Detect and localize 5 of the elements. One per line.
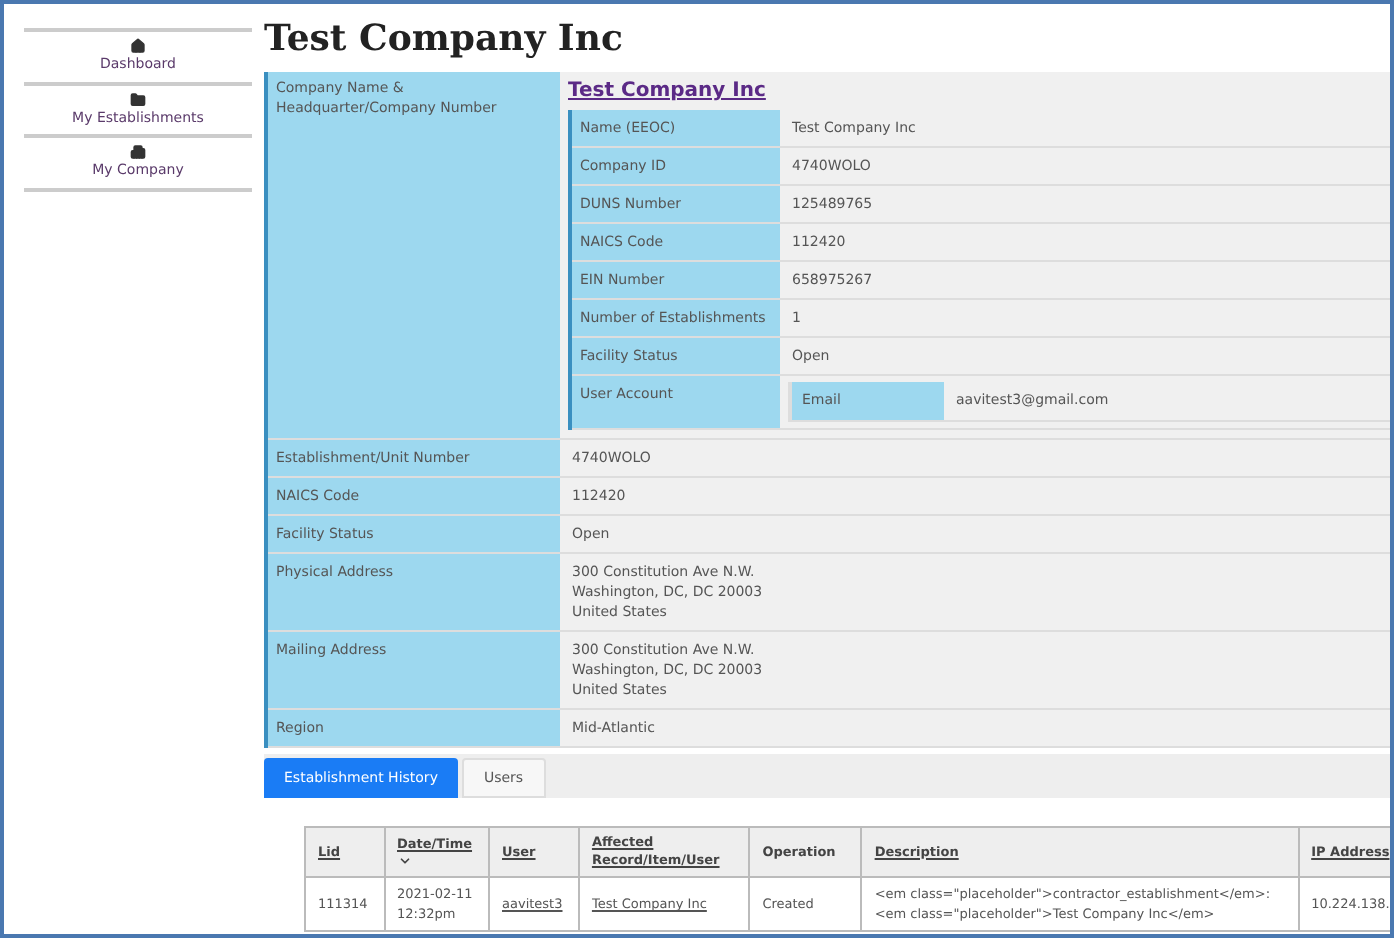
home-icon: [130, 38, 146, 54]
folder-icon: [130, 91, 146, 107]
sort-icon[interactable]: [397, 854, 411, 868]
company-link[interactable]: Test Company Inc: [568, 76, 1390, 106]
page-title: Test Company Inc: [264, 16, 625, 64]
